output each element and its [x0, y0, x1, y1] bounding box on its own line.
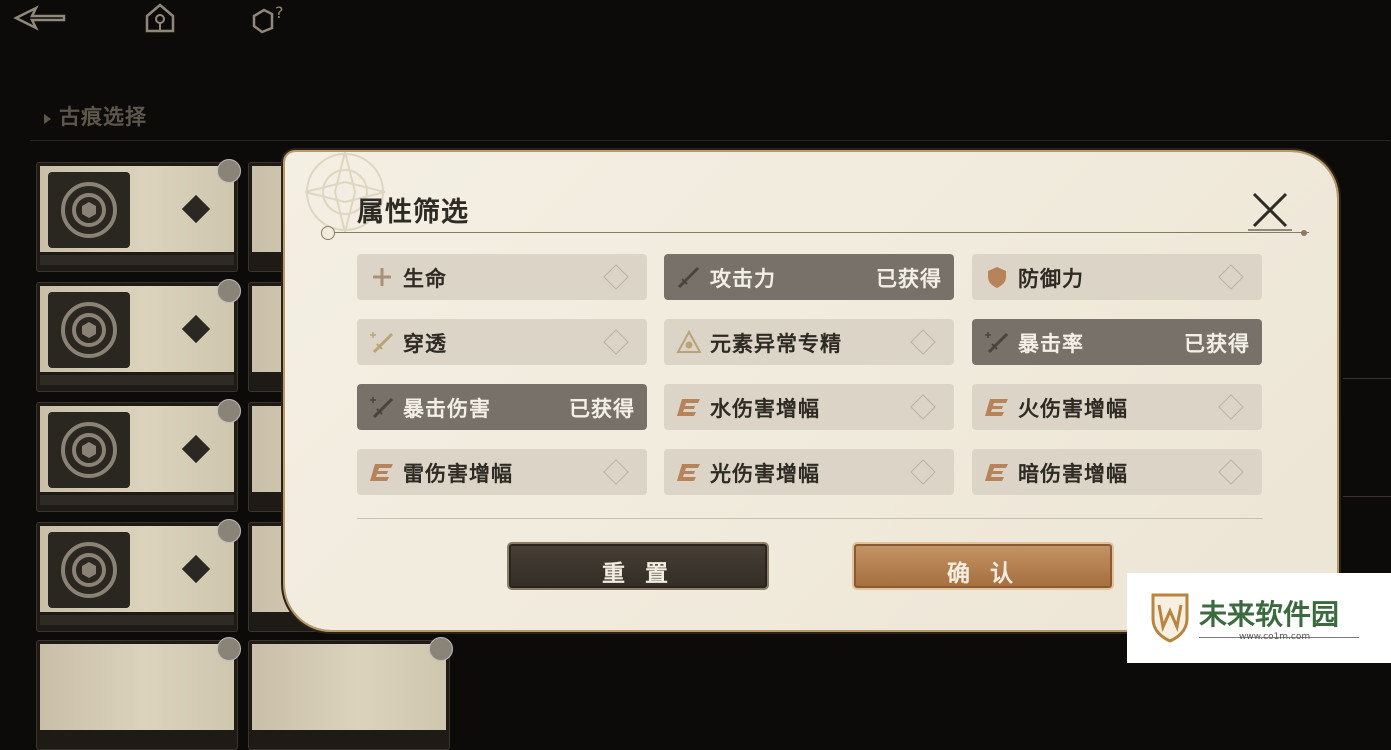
attr-option-thunder-dmg[interactable]: 雷伤害增幅	[357, 449, 647, 495]
triangle-icon	[676, 330, 702, 353]
back-arrow-icon[interactable]	[12, 2, 66, 34]
diamond-checkbox-icon	[603, 264, 629, 290]
reset-button[interactable]: 重 置	[507, 542, 769, 590]
watermark: 未来软件园 www.co1m.com	[1127, 573, 1391, 663]
relic-emblem-icon	[48, 412, 130, 488]
attr-label: 雷伤害增幅	[403, 461, 513, 486]
section-title: 古痕选择	[44, 101, 147, 131]
diamond-checkbox-icon	[910, 459, 936, 485]
shield-icon	[988, 267, 1006, 288]
diamond-icon	[181, 554, 211, 584]
element-e-icon	[677, 464, 700, 481]
diamond-checkbox-icon	[1218, 394, 1244, 420]
close-icon	[1248, 192, 1292, 231]
avatar	[217, 279, 241, 303]
attr-label: 光伤害增幅	[710, 461, 820, 486]
attr-label: 暴击率	[1018, 331, 1084, 356]
close-button[interactable]	[1248, 188, 1292, 232]
element-e-icon	[985, 399, 1008, 416]
avatar	[217, 519, 241, 543]
attr-option-dark-dmg[interactable]: 暗伤害增幅	[972, 449, 1262, 495]
attribute-filter-dialog: 属性筛选 生命 攻击力 已获得 防御力 穿透 元素异常专精 暴击率 已获得 暴击…	[285, 152, 1337, 630]
attr-label: 火伤害增幅	[1018, 396, 1128, 421]
diamond-icon	[181, 194, 211, 224]
attr-status: 已获得	[1184, 331, 1250, 356]
avatar	[217, 399, 241, 423]
diamond-icon	[181, 314, 211, 344]
sword-icon	[677, 266, 700, 289]
divider-end-dot	[1301, 230, 1307, 236]
attr-label: 攻击力	[710, 266, 776, 291]
reset-label: 重 置	[601, 560, 674, 587]
attr-option-elemental-mastery[interactable]: 元素异常专精	[664, 319, 954, 365]
watermark-text: 未来软件园	[1199, 598, 1340, 631]
relic-card[interactable]	[36, 519, 241, 632]
attr-option-pen[interactable]: 穿透	[357, 319, 647, 365]
attr-option-water-dmg[interactable]: 水伤害增幅	[664, 384, 954, 430]
relic-card[interactable]	[36, 159, 241, 272]
sword-plus-icon	[370, 397, 394, 419]
top-bar: ?	[0, 0, 1391, 40]
attr-label: 暗伤害增幅	[1018, 461, 1128, 486]
diamond-icon	[181, 434, 211, 464]
diamond-checkbox-icon	[910, 329, 936, 355]
watermark-url: www.co1m.com	[1239, 632, 1311, 642]
attr-label: 防御力	[1018, 266, 1084, 291]
divider	[357, 518, 1263, 519]
home-icon[interactable]	[143, 2, 177, 34]
attr-option-crit-dmg[interactable]: 暴击伤害 已获得	[357, 384, 647, 430]
attr-option-light-dmg[interactable]: 光伤害增幅	[664, 449, 954, 495]
element-e-icon	[370, 464, 393, 481]
plus-icon	[373, 268, 391, 286]
divider	[1343, 378, 1391, 379]
confirm-button[interactable]: 确 认	[852, 542, 1114, 590]
relic-card[interactable]	[36, 399, 241, 512]
attr-option-hp[interactable]: 生命	[357, 254, 647, 300]
attr-option-fire-dmg[interactable]: 火伤害增幅	[972, 384, 1262, 430]
relic-card[interactable]	[36, 637, 241, 750]
diamond-checkbox-icon	[603, 459, 629, 485]
divider	[30, 140, 1390, 141]
attr-option-crit-rate[interactable]: 暴击率 已获得	[972, 319, 1262, 365]
attr-status: 已获得	[876, 266, 942, 291]
divider	[1343, 496, 1391, 497]
attr-label: 穿透	[403, 331, 447, 356]
attr-status: 已获得	[569, 396, 635, 421]
diamond-checkbox-icon	[603, 329, 629, 355]
attr-label: 暴击伤害	[403, 396, 491, 421]
sword-plus-icon	[370, 332, 394, 354]
attr-label: 元素异常专精	[710, 331, 842, 356]
diamond-checkbox-icon	[910, 394, 936, 420]
relic-emblem-icon	[48, 532, 130, 608]
svg-text:?: ?	[275, 3, 284, 22]
confirm-label: 确 认	[946, 560, 1019, 587]
attr-option-atk[interactable]: 攻击力 已获得	[664, 254, 954, 300]
avatar	[217, 159, 241, 183]
element-e-icon	[985, 464, 1008, 481]
sword-plus-icon	[985, 332, 1009, 354]
diamond-checkbox-icon	[1218, 459, 1244, 485]
attr-label: 水伤害增幅	[710, 396, 820, 421]
attr-option-def[interactable]: 防御力	[972, 254, 1262, 300]
title-divider	[329, 232, 1309, 233]
avatar	[217, 637, 241, 661]
relic-emblem-icon	[48, 292, 130, 368]
avatar	[429, 637, 453, 661]
watermark-logo-icon	[1151, 593, 1189, 643]
dialog-title: 属性筛选	[357, 197, 469, 228]
element-e-icon	[677, 399, 700, 416]
help-icon[interactable]: ?	[250, 2, 284, 34]
divider-dot	[321, 226, 335, 240]
relic-card[interactable]	[36, 279, 241, 392]
diamond-checkbox-icon	[1218, 264, 1244, 290]
relic-emblem-icon	[48, 172, 130, 248]
attr-label: 生命	[403, 266, 447, 291]
relic-card[interactable]	[248, 637, 453, 750]
